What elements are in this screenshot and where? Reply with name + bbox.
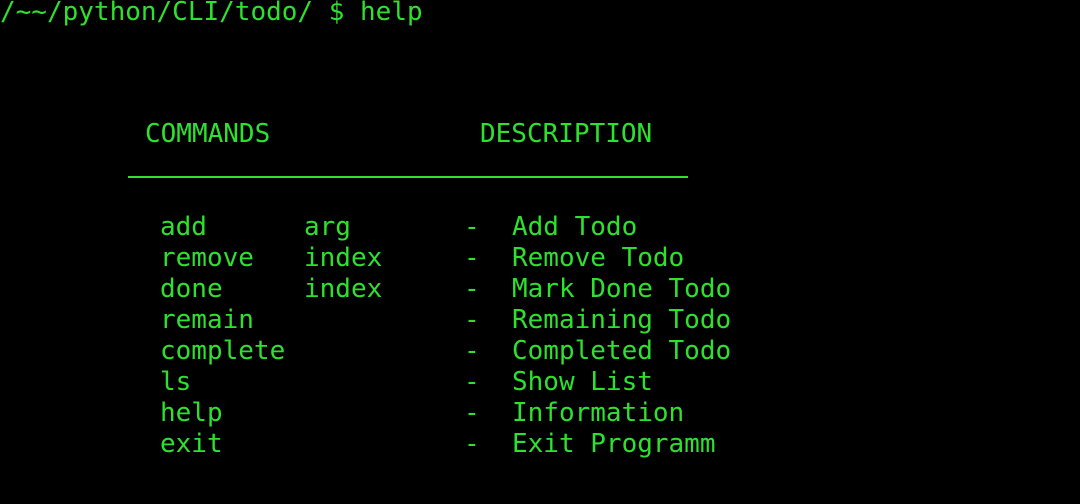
row-separator: - xyxy=(464,212,480,242)
row-separator: - xyxy=(464,429,480,459)
row-description: Add Todo xyxy=(512,212,638,242)
row-command: done xyxy=(160,274,223,304)
row-separator: - xyxy=(464,398,480,428)
row-separator: - xyxy=(464,367,480,397)
row-separator: - xyxy=(464,274,480,304)
row-description: Mark Done Todo xyxy=(512,274,732,304)
header-description: DESCRIPTION xyxy=(480,119,653,149)
row-description: Remove Todo xyxy=(512,243,685,273)
row-description: Information xyxy=(512,398,685,428)
row-argument: index xyxy=(304,274,383,304)
row-command: complete xyxy=(160,336,286,366)
row-separator: - xyxy=(464,243,480,273)
command-prompt-line: /~~/python/CLI/todo/ $ help xyxy=(0,0,423,27)
row-argument: arg xyxy=(304,212,351,242)
header-divider xyxy=(128,176,688,178)
row-command: remove xyxy=(160,243,254,273)
row-description: Show List xyxy=(512,367,653,397)
row-command: remain xyxy=(160,305,254,335)
row-command: exit xyxy=(160,429,223,459)
row-command: help xyxy=(160,398,223,428)
row-argument: index xyxy=(304,243,383,273)
row-description: Completed Todo xyxy=(512,336,732,366)
header-commands: COMMANDS xyxy=(145,119,271,149)
row-description: Remaining Todo xyxy=(512,305,732,335)
row-separator: - xyxy=(464,336,480,366)
row-command: add xyxy=(160,212,207,242)
row-description: Exit Programm xyxy=(512,429,716,459)
row-separator: - xyxy=(464,305,480,335)
row-command: ls xyxy=(160,367,192,397)
